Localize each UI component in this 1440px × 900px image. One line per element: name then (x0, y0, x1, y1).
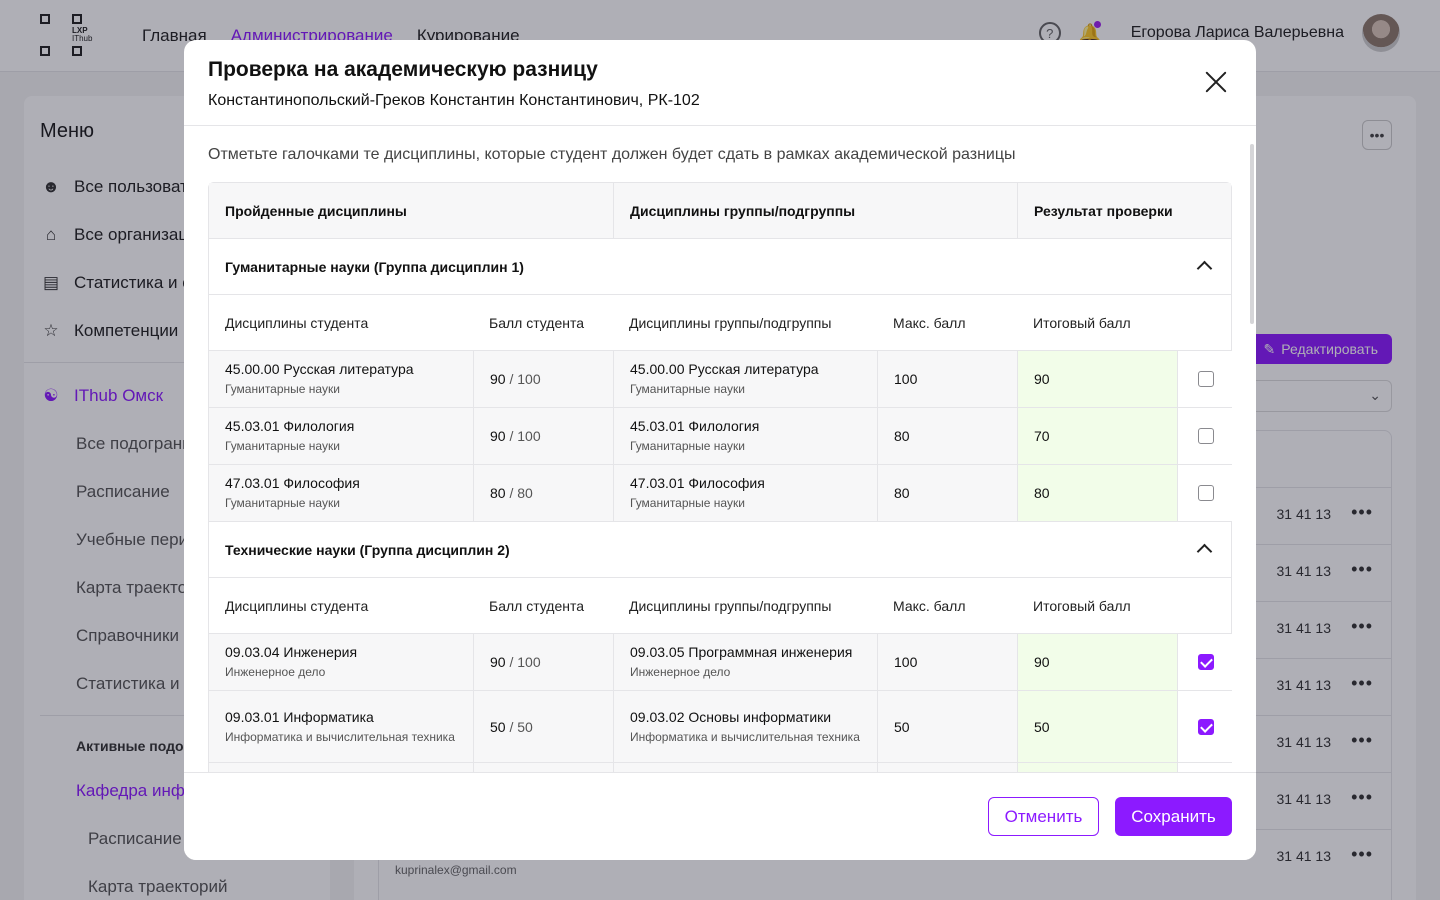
dialog-footer: Отменить Сохранить (184, 772, 1256, 860)
dialog-header: Проверка на академическую разницу Конста… (184, 40, 1256, 126)
header-check-result: Результат проверки (1017, 183, 1233, 238)
table-row: 47.03.01 Философия Гуманитарные науки 80 … (209, 465, 1233, 522)
save-button[interactable]: Сохранить (1115, 797, 1232, 836)
table-row: 09.03.01 Информатика Информатика и вычисл… (209, 691, 1233, 763)
group-title: Гуманитарные науки (Группа дисциплин 1) (225, 259, 524, 275)
table-top-header: Пройденные дисциплины Дисциплины группы/… (209, 183, 1231, 239)
student-discipline: 09.03.04 Инженерия (225, 644, 358, 660)
max-score: 100 (894, 654, 918, 670)
final-score: 70 (1034, 428, 1050, 444)
group-title: Технические науки (Группа дисциплин 2) (225, 542, 510, 558)
difference-checkbox[interactable] (1197, 371, 1214, 387)
chevron-up-icon[interactable] (1195, 257, 1213, 275)
student-discipline-category: Гуманитарные науки (225, 439, 340, 453)
col-student-score: Балл студента (489, 597, 585, 614)
student-score: 80 / 80 (490, 485, 533, 501)
student-discipline: 09.03.01 Информатика (225, 708, 374, 725)
group-subheader: Дисциплины студента Балл студента Дисцип… (209, 295, 1231, 351)
student-discipline: 47.03.01 Философия (225, 475, 360, 491)
group-discipline-category: Гуманитарные науки (630, 382, 745, 396)
group-subheader: Дисциплины студента Балл студента Дисцип… (209, 578, 1231, 634)
col-group-disciplines: Дисциплины группы/подгруппы (629, 314, 832, 331)
final-score: 90 (1034, 654, 1050, 670)
disciplines-table: Пройденные дисциплины Дисциплины группы/… (208, 182, 1233, 772)
group-discipline-category: Информатика и вычислительная техника (630, 729, 860, 744)
student-score: 90 / 100 (490, 428, 541, 444)
cancel-button[interactable]: Отменить (988, 797, 1099, 836)
group-discipline-category: Гуманитарные науки (630, 439, 745, 453)
group-discipline-category: Гуманитарные науки (630, 496, 745, 510)
difference-checkbox[interactable] (1197, 718, 1214, 735)
max-score: 80 (894, 428, 910, 444)
col-student-score: Балл студента (489, 314, 585, 331)
student-discipline: 45.03.01 Филология (225, 418, 355, 434)
dialog-body: Отметьте галочками те дисциплины, которы… (184, 126, 1256, 772)
difference-checkbox[interactable] (1197, 428, 1214, 444)
col-student-disciplines: Дисциплины студента (225, 597, 369, 614)
dialog-hint: Отметьте галочками те дисциплины, которы… (208, 146, 1016, 163)
group-discipline: 45.00.00 Русская литература (630, 361, 819, 377)
col-max-score: Макс. балл (893, 597, 966, 614)
academic-difference-dialog: Проверка на академическую разницу Конста… (184, 40, 1256, 860)
col-student-disciplines: Дисциплины студента (225, 314, 369, 331)
student-discipline-category: Гуманитарные науки (225, 496, 340, 510)
student-score: 90 / 100 (490, 654, 541, 670)
group-discipline: 09.03.02 Основы информатики (630, 708, 832, 725)
student-score: 50 / 50 (490, 718, 533, 735)
col-group-disciplines: Дисциплины группы/подгруппы (629, 597, 832, 614)
scrollbar[interactable] (1250, 144, 1254, 324)
table-row (209, 763, 1233, 772)
group-discipline-category: Инженерное дело (630, 665, 731, 679)
group-header[interactable]: Гуманитарные науки (Группа дисциплин 1) (209, 239, 1231, 295)
table-row: 45.00.00 Русская литература Гуманитарные … (209, 351, 1233, 408)
student-discipline-category: Инженерное дело (225, 665, 326, 679)
max-score: 50 (894, 718, 910, 735)
difference-checkbox[interactable] (1197, 485, 1214, 501)
close-icon[interactable] (1200, 66, 1232, 98)
header-group-disciplines: Дисциплины группы/подгруппы (613, 183, 1017, 238)
student-discipline: 45.00.00 Русская литература (225, 361, 414, 377)
col-final-score: Итоговый балл (1033, 314, 1131, 331)
student-score: 90 / 100 (490, 371, 541, 387)
group-discipline: 45.03.01 Филология (630, 418, 760, 434)
dialog-subtitle: Константинопольский-Греков Константин Ко… (208, 92, 700, 109)
student-discipline-category: Гуманитарные науки (225, 382, 340, 396)
final-score: 90 (1034, 371, 1050, 387)
group-discipline: 47.03.01 Философия (630, 475, 765, 491)
header-passed-disciplines: Пройденные дисциплины (225, 202, 407, 219)
col-max-score: Макс. балл (893, 314, 966, 331)
dialog-title: Проверка на академическую разницу (208, 58, 598, 81)
student-discipline-category: Информатика и вычислительная техника (225, 729, 455, 744)
final-score: 80 (1034, 485, 1050, 501)
difference-checkbox[interactable] (1197, 654, 1214, 670)
group-discipline: 09.03.05 Программная инженерия (630, 644, 853, 660)
col-final-score: Итоговый балл (1033, 597, 1131, 614)
chevron-up-icon[interactable] (1195, 540, 1213, 558)
max-score: 100 (894, 371, 918, 387)
max-score: 80 (894, 485, 910, 501)
group-header[interactable]: Технические науки (Группа дисциплин 2) (209, 522, 1231, 578)
table-row: 45.03.01 Филология Гуманитарные науки 90 … (209, 408, 1233, 465)
final-score: 50 (1034, 718, 1050, 735)
table-row: 09.03.04 Инженерия Инженерное дело 90 / 1… (209, 634, 1233, 691)
